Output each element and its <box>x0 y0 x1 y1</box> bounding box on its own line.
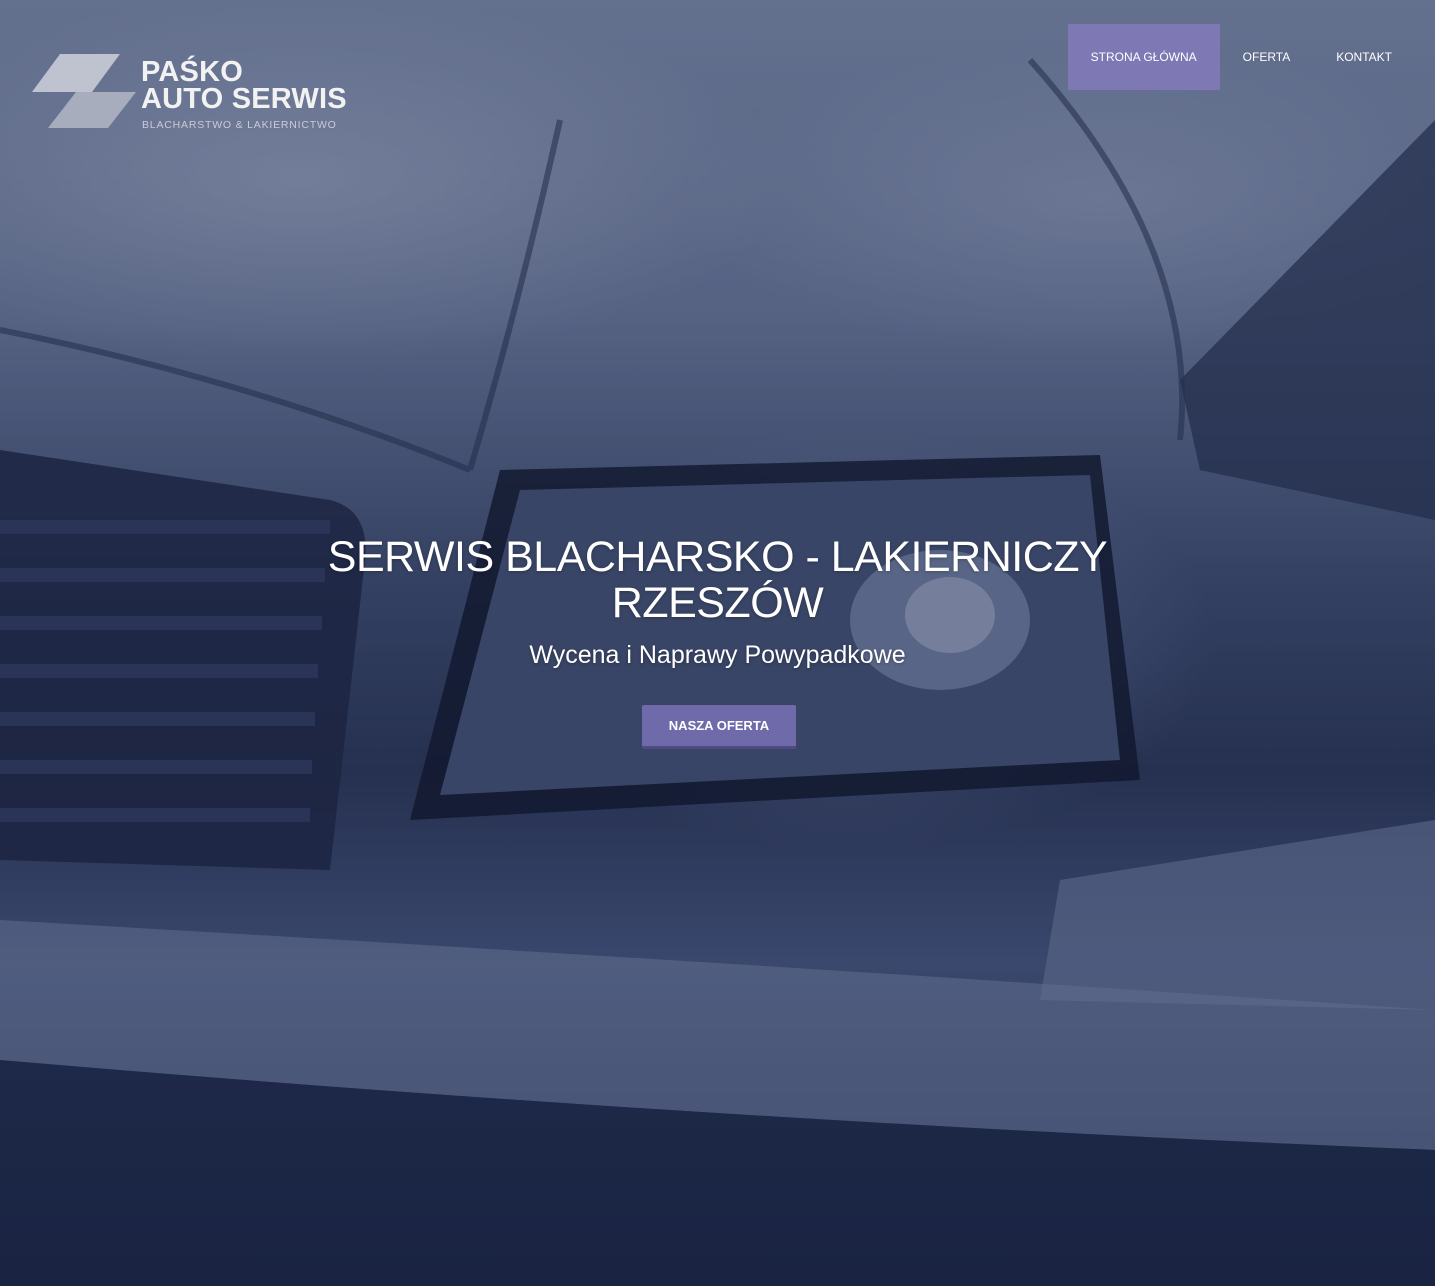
logo-tagline: BLACHARSTWO & LAKIERNICTWO <box>142 119 337 131</box>
hero-title: SERWIS BLACHARSKO - LAKIERNICZY RZESZÓW <box>0 534 1435 626</box>
hero-title-line1: SERWIS BLACHARSKO - LAKIERNICZY <box>327 533 1108 581</box>
nasza-oferta-button[interactable]: NASZA OFERTA <box>642 705 796 749</box>
nav-item-kontakt[interactable]: KONTAKT <box>1313 24 1415 90</box>
nav-item-strona-glowna[interactable]: STRONA GŁÓWNA <box>1067 24 1220 90</box>
logo-title-line2: AUTO SERWIS <box>141 83 347 115</box>
hero-title-line2: RZESZÓW <box>611 579 824 627</box>
main-nav: STRONA GŁÓWNA OFERTA KONTAKT <box>1067 24 1415 90</box>
nav-item-oferta[interactable]: OFERTA <box>1220 24 1314 90</box>
logo-chevron-icon <box>32 54 136 128</box>
hero-subtitle: Wycena i Naprawy Powypadkowe <box>529 641 906 669</box>
site-logo[interactable]: PAŚKO AUTO SERWIS BLACHARSTWO & LAKIERNI… <box>30 52 350 137</box>
